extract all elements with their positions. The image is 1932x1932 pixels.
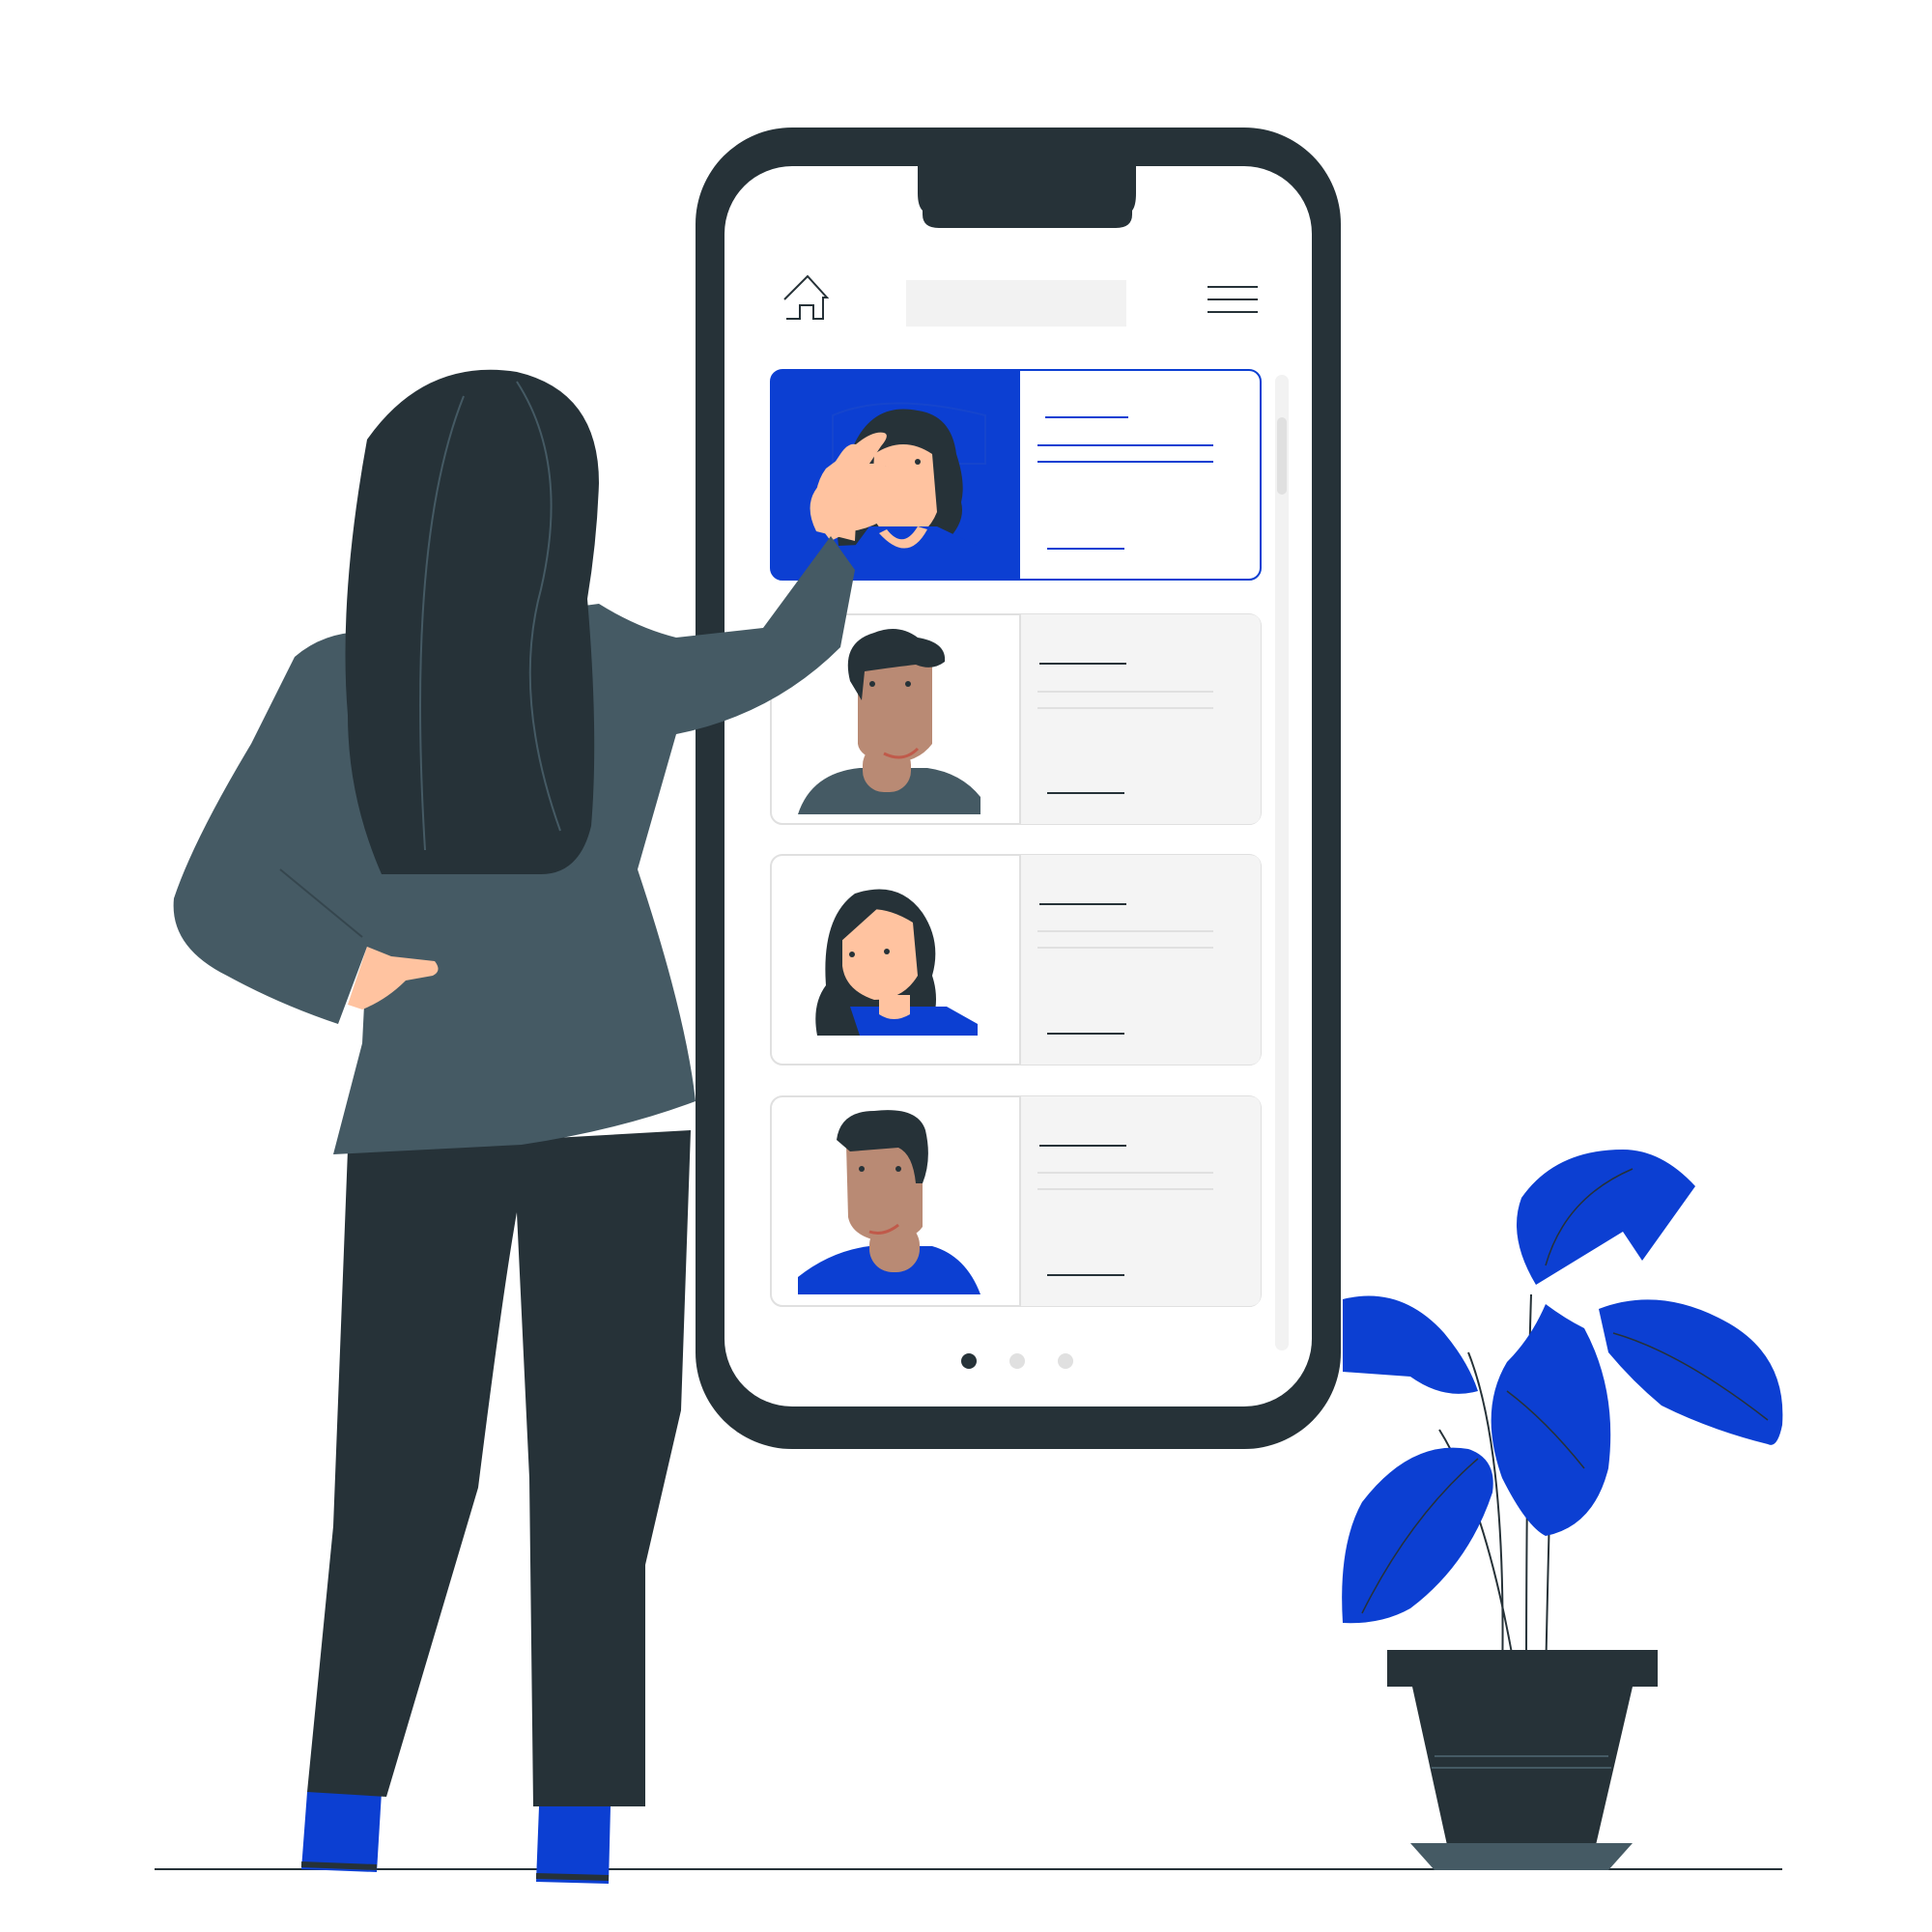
page-dot-3[interactable] bbox=[1058, 1353, 1073, 1369]
scrollbar-thumb[interactable] bbox=[1277, 417, 1287, 495]
profile-card-2[interactable] bbox=[770, 613, 1262, 825]
page-dot-2[interactable] bbox=[1009, 1353, 1025, 1369]
leaf-lower bbox=[1342, 1447, 1493, 1624]
page-dot-1[interactable] bbox=[961, 1353, 977, 1369]
phone-notch bbox=[918, 166, 1136, 228]
leaf-center bbox=[1491, 1304, 1611, 1536]
left-shoe bbox=[301, 1792, 382, 1872]
pot-rim bbox=[1387, 1650, 1658, 1687]
pot-body bbox=[1412, 1687, 1633, 1845]
leaf-left bbox=[1343, 1295, 1478, 1394]
phone bbox=[696, 128, 1341, 1449]
profile-card-4[interactable] bbox=[770, 1095, 1262, 1307]
leaf-top bbox=[1517, 1150, 1695, 1285]
leaf-right bbox=[1599, 1299, 1783, 1445]
trousers bbox=[307, 1130, 691, 1806]
potted-plant bbox=[1342, 1150, 1783, 1870]
right-shoe bbox=[536, 1806, 611, 1884]
pot-tray bbox=[1410, 1843, 1633, 1870]
profile-card-3[interactable] bbox=[770, 854, 1262, 1065]
illustration-scene bbox=[155, 128, 1783, 1884]
header-title-placeholder bbox=[906, 280, 1126, 327]
scrollbar-track[interactable] bbox=[1275, 375, 1289, 1350]
hair bbox=[345, 369, 599, 874]
